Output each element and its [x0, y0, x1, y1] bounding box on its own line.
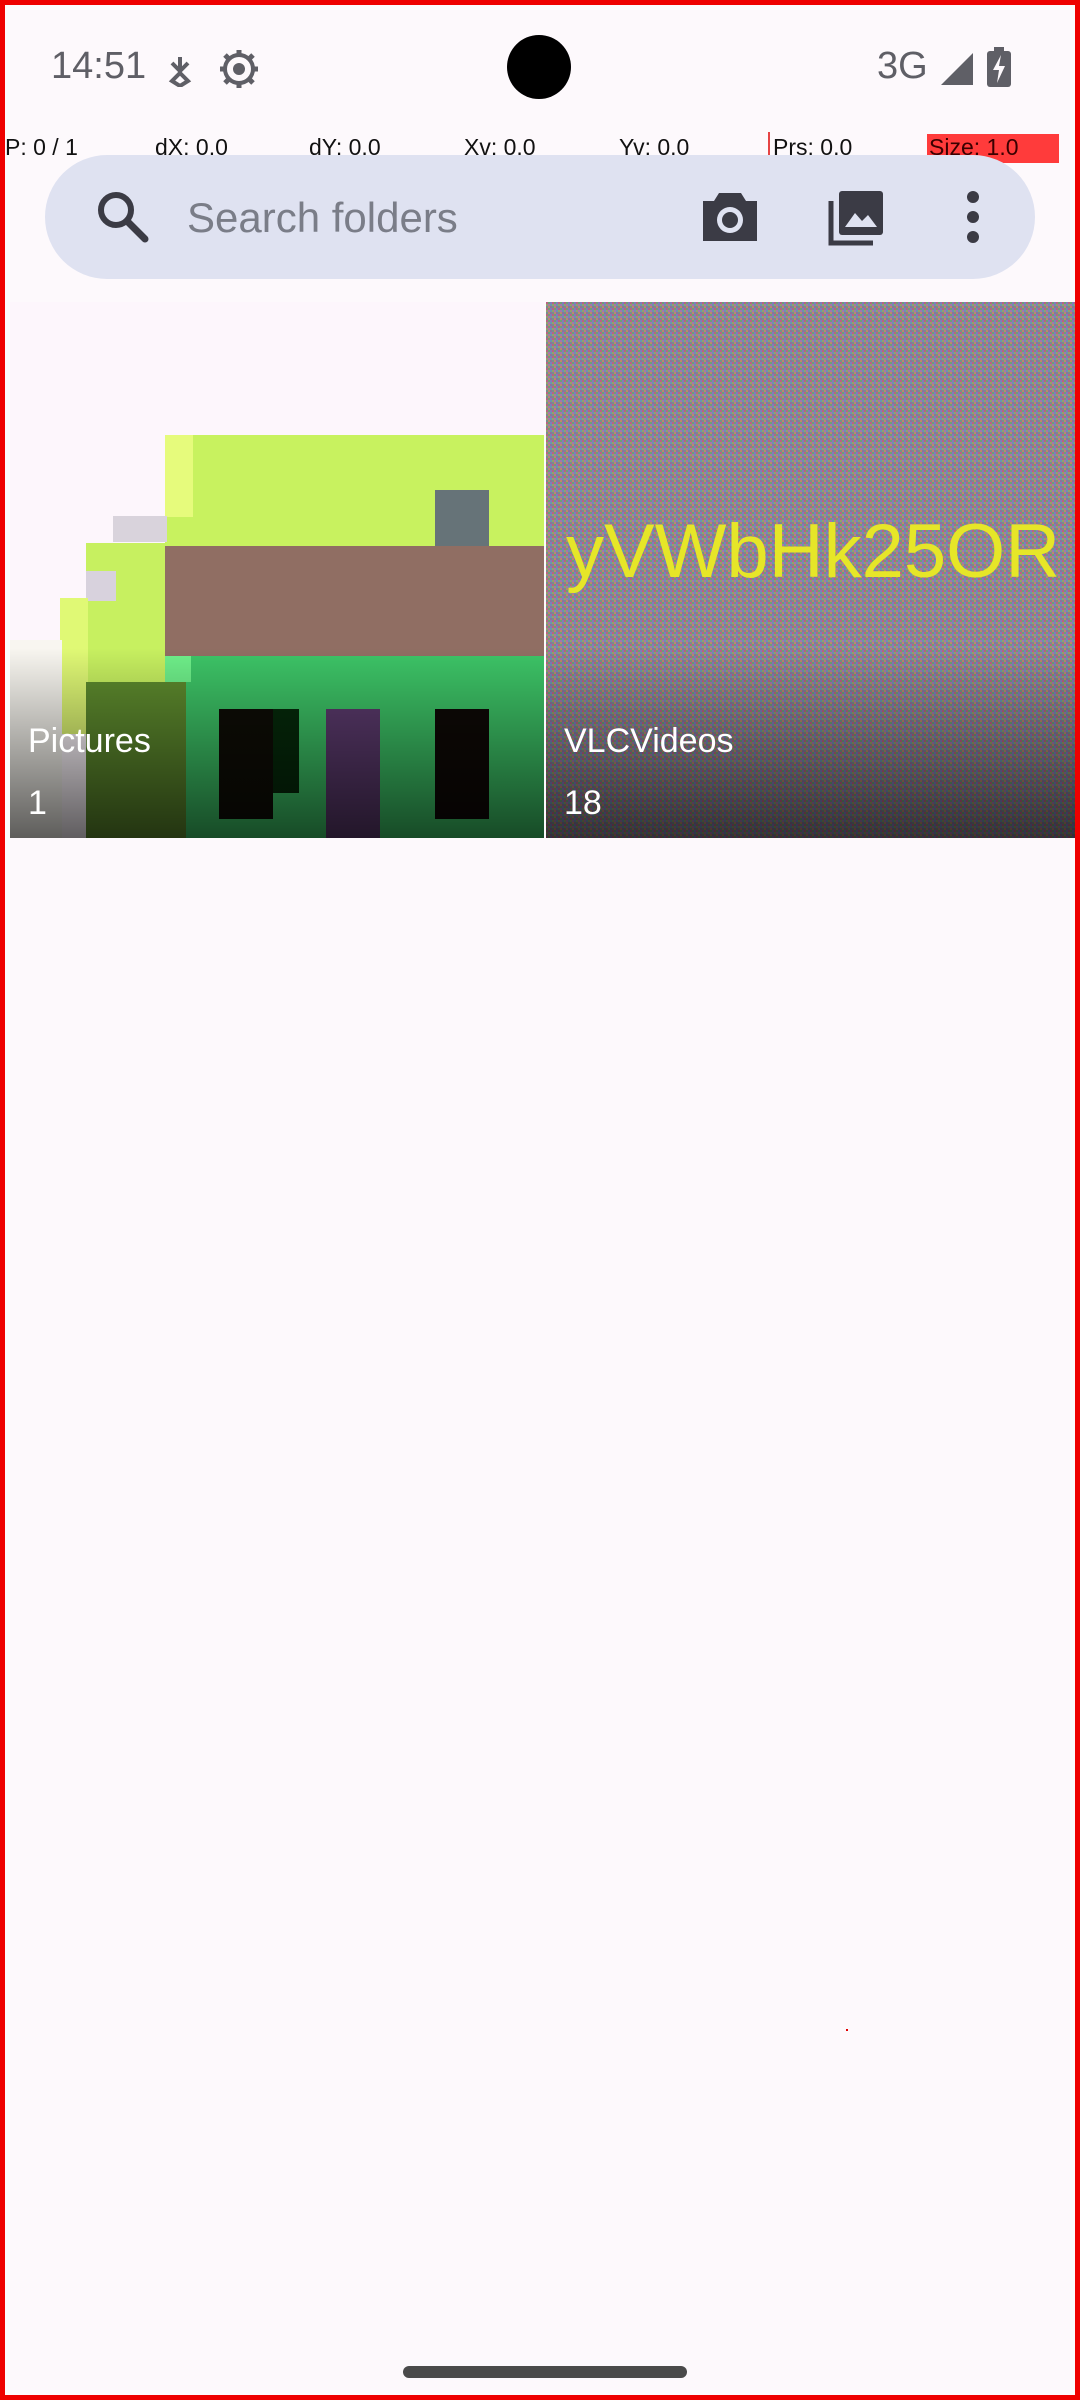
front-camera-cutout	[507, 35, 571, 99]
folder-tile-pictures[interactable]: Pictures 1	[10, 302, 544, 838]
thumbnail-caption: yVWbHk25OR	[566, 509, 1060, 594]
notification-icon	[165, 53, 195, 92]
battery-charging-icon	[987, 47, 1011, 92]
folder-name: Pictures	[28, 722, 151, 760]
folder-item-count: 18	[564, 784, 602, 822]
search-bar[interactable]	[45, 155, 1035, 279]
camera-icon[interactable]	[699, 187, 761, 250]
folder-item-count: 1	[28, 784, 47, 822]
screen: 14:51 3G P: 0 / 1 dX: 0.0 dY: 0.0 Xv: 0.…	[0, 0, 1080, 2400]
search-input[interactable]	[185, 173, 709, 263]
overlay-pointer-count: P: 0 / 1	[5, 134, 78, 160]
status-bar: 14:51 3G	[5, 5, 1075, 135]
signal-icon	[939, 51, 975, 92]
touch-trace-dot	[846, 2029, 848, 2031]
more-options-icon[interactable]	[963, 187, 983, 252]
search-icon[interactable]	[93, 187, 153, 252]
navigation-gesture-handle[interactable]	[403, 2366, 687, 2378]
folder-tile-vlcvideos[interactable]: yVWbHk25OR VLCVideos 18	[546, 302, 1075, 838]
status-time: 14:51	[51, 45, 147, 87]
network-type: 3G	[877, 45, 928, 87]
folder-name: VLCVideos	[564, 722, 734, 760]
settings-icon	[219, 49, 259, 94]
gallery-icon[interactable]	[827, 187, 887, 252]
